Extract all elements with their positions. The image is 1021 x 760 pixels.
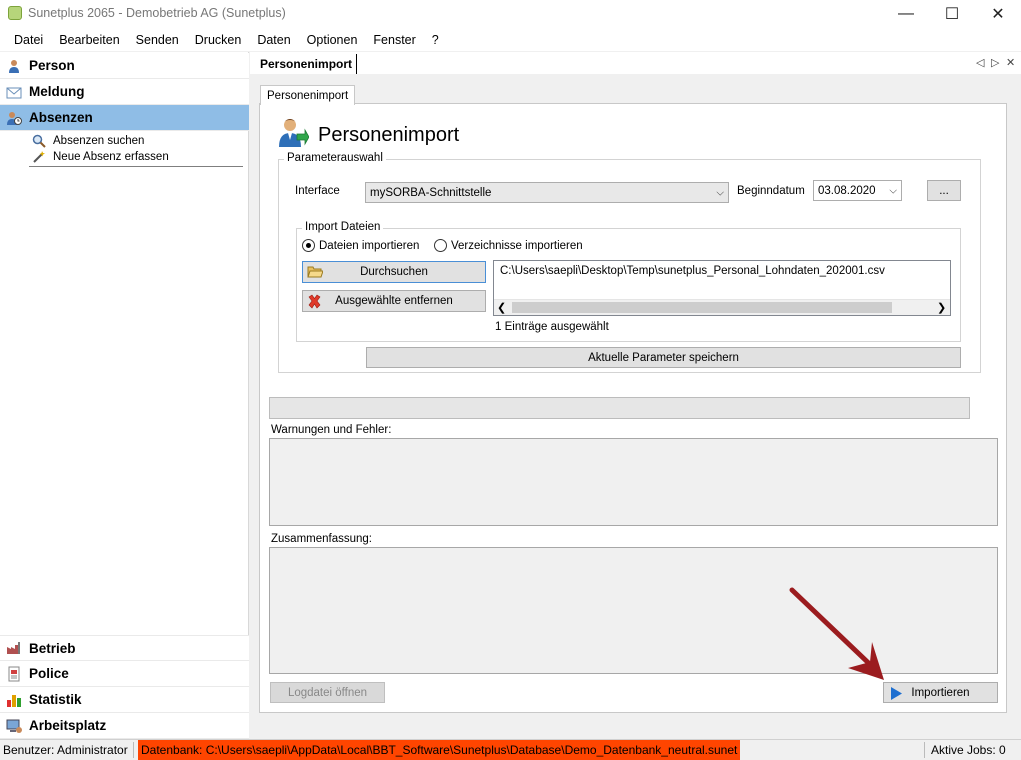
summary-label: Zusammenfassung:	[271, 533, 372, 545]
app-icon	[8, 6, 22, 20]
minimize-button[interactable]: —	[883, 0, 929, 28]
interface-label: Interface	[295, 185, 340, 197]
menu-drucken[interactable]: Drucken	[187, 33, 250, 47]
scroll-right-icon[interactable]: ❯	[937, 301, 946, 314]
warnings-textarea[interactable]	[269, 438, 998, 526]
import-button-label: Importieren	[911, 686, 970, 699]
radio-files-label: Dateien importieren	[319, 239, 420, 252]
progress-bar	[269, 397, 970, 419]
remove-selected-button-label: Ausgewählte entfernen	[335, 295, 453, 307]
maximize-button[interactable]: ☐	[929, 0, 975, 28]
factory-icon	[6, 640, 22, 656]
warnings-label: Warnungen und Fehler:	[271, 424, 392, 436]
remove-selected-button[interactable]: Ausgewählte entfernen	[302, 290, 486, 312]
radio-files[interactable]	[302, 239, 315, 252]
radio-files-option[interactable]: Dateien importieren	[302, 239, 419, 252]
title-bar: Sunetplus 2065 - Demobetrieb AG (Sunetpl…	[0, 0, 1021, 28]
menu-senden[interactable]: Senden	[128, 33, 187, 47]
status-bar: Benutzer: Administrator Datenbank: C:\Us…	[0, 739, 1021, 760]
nav-absenzen-label: Absenzen	[29, 110, 93, 125]
person-icon	[6, 58, 22, 74]
sub-absenzen-suchen-label: Absenzen suchen	[53, 135, 145, 147]
status-database: Datenbank: C:\Users\saepli\AppData\Local…	[138, 740, 741, 760]
menu-bar: Datei Bearbeiten Senden Drucken Daten Op…	[0, 28, 1021, 51]
interface-select-value: mySORBA-Schnittstelle	[370, 186, 492, 199]
menu-fenster[interactable]: Fenster	[365, 33, 423, 47]
browse-button[interactable]: Durchsuchen	[302, 261, 486, 283]
absence-person-icon	[6, 110, 22, 126]
parameter-group-label: Parameterauswahl	[284, 152, 386, 164]
document-icon	[6, 666, 22, 682]
status-divider	[133, 742, 134, 758]
nav-police[interactable]: Police	[0, 661, 249, 687]
nav-betrieb[interactable]: Betrieb	[0, 635, 249, 661]
menu-help[interactable]: ?	[424, 33, 447, 47]
selected-count: 1 Einträge ausgewählt	[495, 321, 609, 333]
nav-statistik[interactable]: Statistik	[0, 687, 249, 713]
horizontal-scrollbar[interactable]: ❮ ❯	[494, 299, 950, 315]
annotation-arrow	[789, 587, 884, 680]
open-logfile-button[interactable]: Logdatei öffnen	[270, 682, 385, 703]
nav-police-label: Police	[29, 666, 69, 681]
chevron-down-icon: ⌵	[889, 185, 897, 196]
import-button[interactable]: Importieren	[883, 682, 998, 703]
browse-button-label: Durchsuchen	[360, 266, 428, 278]
begin-date-label: Beginndatum	[737, 185, 805, 197]
bar-chart-icon	[6, 692, 22, 708]
nav-statistik-label: Statistik	[29, 692, 82, 707]
mail-icon	[6, 84, 22, 100]
sidebar-divider	[29, 166, 243, 167]
tab-scroll-left-icon[interactable]: ◁	[976, 56, 984, 69]
nav-arbeitsplatz-label: Arbeitsplatz	[29, 718, 107, 733]
folder-open-icon	[307, 265, 324, 282]
status-divider	[924, 742, 925, 758]
begin-date-value: 03.08.2020	[818, 184, 876, 197]
tab-close-icon[interactable]: ✕	[1006, 56, 1015, 69]
nav-meldung[interactable]: Meldung	[0, 79, 249, 105]
chevron-down-icon: ⌵	[716, 187, 724, 198]
nav-person[interactable]: Person	[0, 53, 249, 79]
delete-x-icon	[307, 294, 322, 312]
tab-personenimport[interactable]: Personenimport	[256, 54, 358, 74]
import-files-group-label: Import Dateien	[302, 221, 384, 233]
search-icon	[32, 134, 46, 148]
menu-datei[interactable]: Datei	[6, 33, 51, 47]
nav-betrieb-label: Betrieb	[29, 640, 76, 656]
interface-select[interactable]: mySORBA-Schnittstelle ⌵	[365, 182, 729, 203]
sub-neue-absenz-label: Neue Absenz erfassen	[53, 151, 169, 163]
sidebar: Person Meldung Absenzen Absenzen suchen …	[0, 52, 249, 739]
page-title: Personenimport	[318, 124, 460, 146]
tab-scroll-right-icon[interactable]: ▷	[991, 56, 999, 69]
sub-absenzen-suchen[interactable]: Absenzen suchen	[32, 133, 144, 149]
wand-icon	[32, 150, 46, 164]
person-import-icon	[277, 116, 310, 148]
close-window-button[interactable]: ✕	[975, 0, 1021, 28]
scrollbar-thumb[interactable]	[512, 302, 892, 313]
sub-neue-absenz[interactable]: Neue Absenz erfassen	[32, 149, 169, 165]
begin-date-picker[interactable]: 03.08.2020 ⌵	[813, 180, 902, 201]
menu-optionen[interactable]: Optionen	[299, 33, 366, 47]
document-tab-strip: Personenimport ◁ ▷ ✕	[250, 52, 1021, 74]
nav-arbeitsplatz[interactable]: Arbeitsplatz	[0, 713, 249, 739]
window-title: Sunetplus 2065 - Demobetrieb AG (Sunetpl…	[28, 6, 286, 20]
nav-meldung-label: Meldung	[29, 84, 85, 99]
nav-absenzen[interactable]: Absenzen	[0, 105, 249, 131]
status-user: Benutzer: Administrator	[3, 743, 128, 757]
radio-dirs-option[interactable]: Verzeichnisse importieren	[434, 239, 583, 252]
scroll-left-icon[interactable]: ❮	[497, 301, 506, 314]
file-list[interactable]: C:\Users\saepli\Desktop\Temp\sunetplus_P…	[493, 260, 951, 316]
radio-dirs[interactable]	[434, 239, 447, 252]
status-jobs: Aktive Jobs: 0	[931, 743, 1006, 757]
ellipsis-button[interactable]: ...	[927, 180, 961, 201]
menu-daten[interactable]: Daten	[249, 33, 298, 47]
inner-tab-personenimport[interactable]: Personenimport	[260, 85, 356, 105]
menu-bearbeiten[interactable]: Bearbeiten	[51, 33, 127, 47]
save-params-button[interactable]: Aktuelle Parameter speichern	[366, 347, 961, 368]
radio-dirs-label: Verzeichnisse importieren	[451, 239, 583, 252]
nav-person-label: Person	[29, 58, 75, 73]
file-list-item[interactable]: C:\Users\saepli\Desktop\Temp\sunetplus_P…	[500, 265, 885, 277]
workstation-icon	[6, 718, 22, 734]
